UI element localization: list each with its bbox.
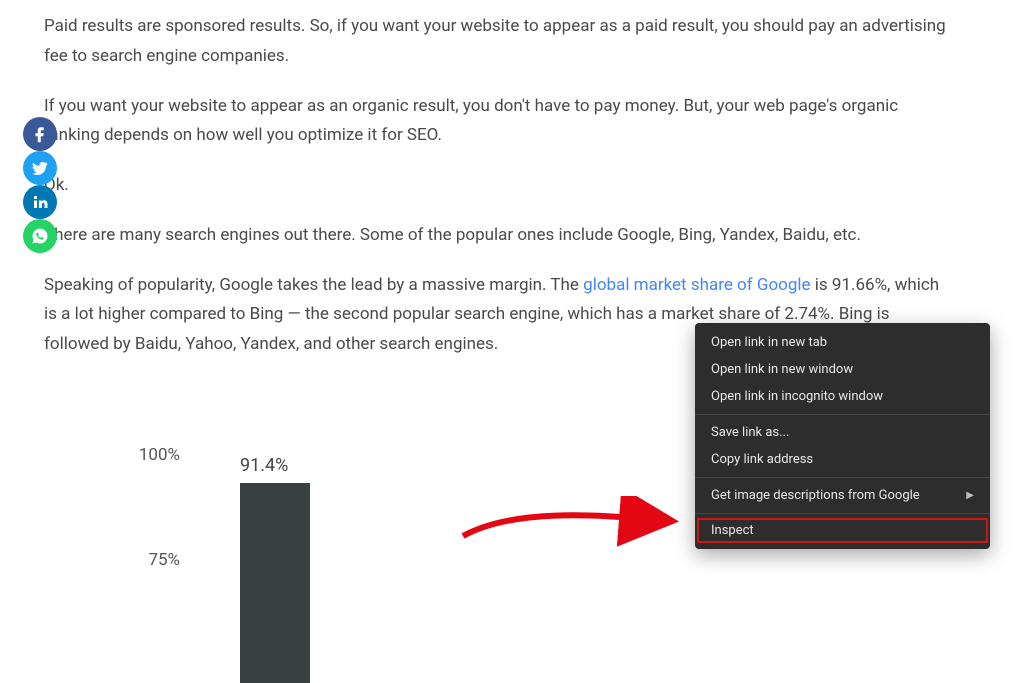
menu-copy-link-address[interactable]: Copy link address: [695, 446, 990, 473]
facebook-icon[interactable]: [23, 117, 57, 151]
market-share-link[interactable]: global market share of Google: [583, 275, 810, 295]
y-tick-label: 75%: [110, 550, 180, 570]
menu-label: Get image descriptions from Google: [711, 488, 920, 503]
chart-bar: [240, 483, 310, 683]
annotation-arrow-icon: [458, 496, 688, 556]
menu-save-link-as[interactable]: Save link as...: [695, 419, 990, 446]
twitter-icon[interactable]: [23, 151, 57, 185]
menu-separator: [695, 477, 990, 478]
menu-open-incognito[interactable]: Open link in incognito window: [695, 383, 990, 410]
menu-open-new-tab[interactable]: Open link in new tab: [695, 329, 990, 356]
menu-separator: [695, 513, 990, 514]
whatsapp-icon[interactable]: [23, 219, 57, 253]
menu-inspect[interactable]: Inspect: [697, 518, 988, 543]
text-span: Speaking of popularity, Google takes the…: [44, 275, 583, 295]
menu-image-descriptions[interactable]: Get image descriptions from Google ▶: [695, 482, 990, 509]
y-tick-label: 100%: [110, 445, 180, 465]
browser-context-menu: Open link in new tab Open link in new wi…: [695, 323, 990, 549]
paragraph: Ok.: [44, 171, 956, 201]
chevron-right-icon: ▶: [966, 490, 974, 501]
bar-value-label: 91.4%: [240, 455, 288, 476]
paragraph: If you want your website to appear as an…: [44, 92, 956, 152]
paragraph: There are many search engines out there.…: [44, 221, 956, 251]
paragraph: Paid results are sponsored results. So, …: [44, 12, 956, 72]
social-share-bar: [23, 117, 57, 253]
menu-separator: [695, 414, 990, 415]
menu-open-new-window[interactable]: Open link in new window: [695, 356, 990, 383]
linkedin-icon[interactable]: [23, 185, 57, 219]
article-body: Paid results are sponsored results. So, …: [0, 0, 1000, 360]
